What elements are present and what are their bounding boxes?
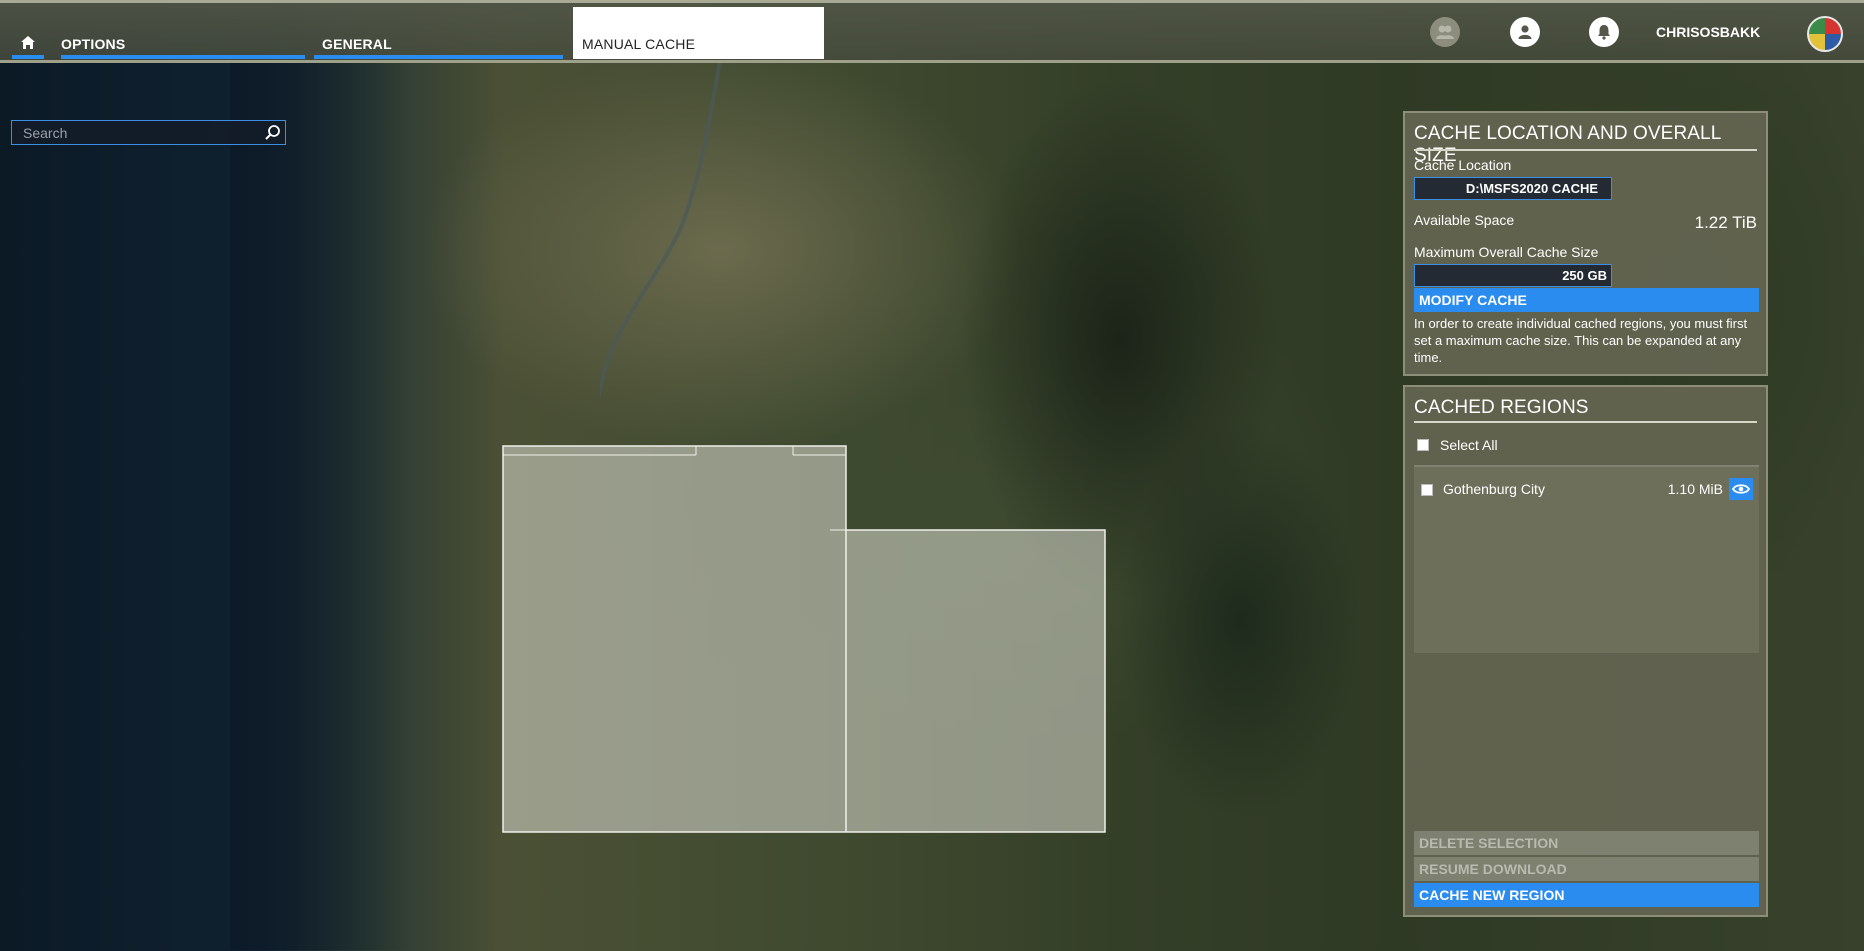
username-label[interactable]: CHRISOSBAKK <box>1656 24 1760 40</box>
available-space-value: 1.22 TiB <box>1694 213 1757 232</box>
avatar[interactable] <box>1807 16 1843 52</box>
eye-icon <box>1732 484 1750 494</box>
tab-general[interactable]: GENERAL <box>314 33 563 59</box>
search-box[interactable] <box>11 120 286 145</box>
tab-options-label: OPTIONS <box>61 36 126 52</box>
search-input[interactable] <box>12 121 252 144</box>
cache-location-label: Cache Location <box>1414 157 1512 173</box>
cache-location-field[interactable]: D:\MSFS2020 CACHE <box>1414 177 1612 200</box>
tab-manual-cache[interactable]: MANUAL CACHE <box>573 7 824 59</box>
region-checkbox[interactable] <box>1421 484 1433 496</box>
regions-list: Gothenburg City 1.10 MiB <box>1414 467 1759 653</box>
max-cache-size-value: 250 GB <box>1562 268 1607 283</box>
topbar-divider <box>0 60 1864 63</box>
region-name: Gothenburg City <box>1443 481 1545 497</box>
home-tab[interactable] <box>12 33 44 59</box>
profile-icon[interactable] <box>1510 17 1540 47</box>
cached-regions-title: CACHED REGIONS <box>1414 397 1589 418</box>
coastline-water <box>230 60 410 950</box>
river-path <box>600 60 722 401</box>
cache-help-text: In order to create individual cached reg… <box>1414 316 1748 365</box>
available-space-label: Available Space <box>1414 212 1515 228</box>
tab-options[interactable]: OPTIONS <box>61 33 305 59</box>
friends-icon[interactable] <box>1430 17 1460 47</box>
notifications-icon[interactable] <box>1589 17 1619 47</box>
tab-general-underline <box>314 55 563 59</box>
top-navigation-bar: OPTIONS GENERAL MANUAL CACHE CHRISOSBAKK <box>0 0 1864 62</box>
cached-regions-panel: CACHED REGIONS Select All Gothenburg Cit… <box>1403 385 1768 917</box>
cache-location-value: D:\MSFS2020 CACHE <box>1465 181 1599 196</box>
region-size: 1.10 MiB <box>1667 481 1723 497</box>
cache-location-panel: CACHE LOCATION AND OVERALL SIZE Cache Lo… <box>1403 111 1768 376</box>
view-region-button[interactable] <box>1729 478 1753 500</box>
max-cache-size-field[interactable]: 250 GB <box>1414 264 1612 287</box>
search-icon[interactable] <box>264 124 281 141</box>
modify-cache-button[interactable]: MODIFY CACHE <box>1414 288 1759 312</box>
select-all-label: Select All <box>1440 437 1498 453</box>
delete-selection-button[interactable]: DELETE SELECTION <box>1414 831 1759 855</box>
tab-manual-cache-label: MANUAL CACHE <box>582 36 696 52</box>
resume-download-button[interactable]: RESUME DOWNLOAD <box>1414 857 1759 881</box>
select-all-checkbox[interactable] <box>1417 439 1429 451</box>
regions-title-rule <box>1414 421 1757 423</box>
cache-new-region-button[interactable]: CACHE NEW REGION <box>1414 883 1759 907</box>
max-cache-size-label: Maximum Overall Cache Size <box>1414 244 1599 260</box>
tab-options-underline <box>61 55 305 59</box>
select-all-row[interactable]: Select All <box>1414 427 1759 463</box>
panel-title-rule <box>1414 149 1757 151</box>
list-item[interactable]: Gothenburg City 1.10 MiB <box>1414 474 1759 504</box>
home-icon <box>21 36 35 49</box>
home-tab-underline <box>12 55 44 59</box>
tab-general-label: GENERAL <box>322 36 392 52</box>
